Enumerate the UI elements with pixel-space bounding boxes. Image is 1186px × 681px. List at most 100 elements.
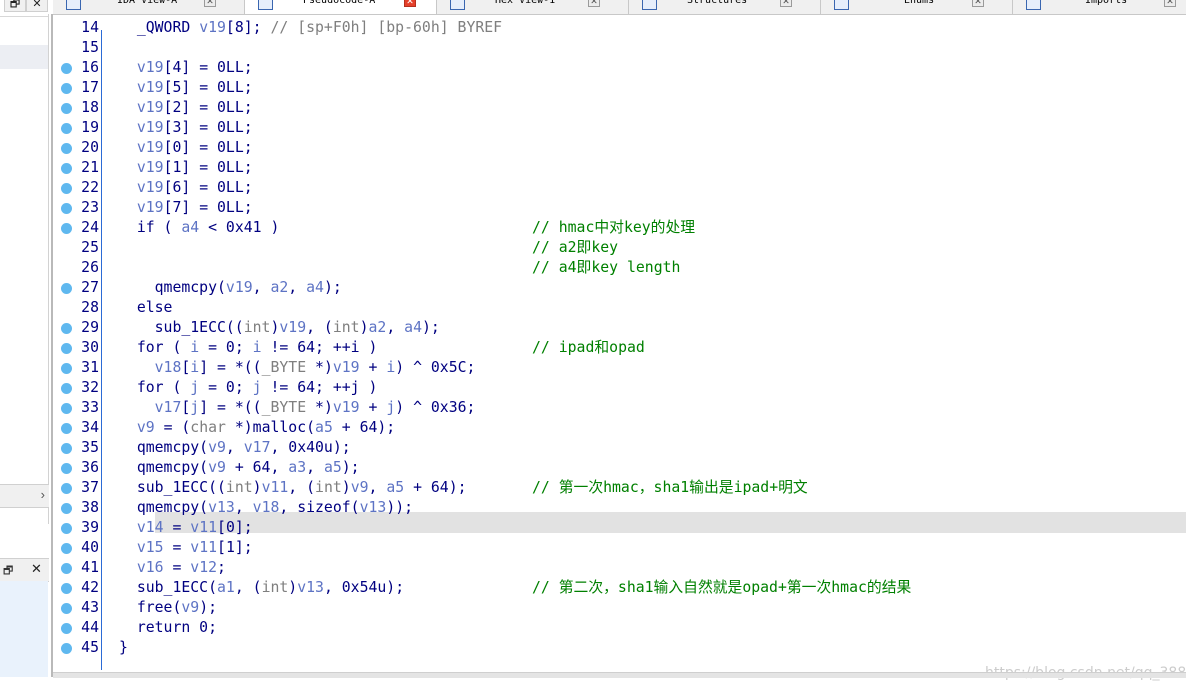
code-line[interactable]: 22 v19[6] = 0LL; bbox=[53, 178, 1186, 198]
line-number: 33 bbox=[81, 399, 99, 416]
code-line[interactable]: 33 v17[j] = *((_BYTE *)v19 + j) ^ 0x36; bbox=[53, 398, 1186, 418]
close-icon[interactable]: ✕ bbox=[31, 561, 42, 577]
code-text: v19[1] = 0LL; bbox=[136, 159, 253, 176]
code-line[interactable]: 32 for ( j = 0; j != 64; ++j ) bbox=[53, 378, 1186, 398]
code-line[interactable]: 20 v19[0] = 0LL; bbox=[53, 138, 1186, 158]
line-number: 29 bbox=[81, 319, 99, 336]
code-text: return 0; bbox=[119, 619, 217, 636]
code-line[interactable]: 37 sub_1ECC((int)v11, (int)v9, a5 + 64);… bbox=[53, 478, 1186, 498]
code-line[interactable]: 39 v14 = v11[0]; bbox=[53, 518, 1186, 538]
code-comment: // ipad和opad bbox=[532, 339, 645, 356]
code-line[interactable]: 31 v18[i] = *((_BYTE *)v19 + i) ^ 0x5C; bbox=[53, 358, 1186, 378]
close-tab-icon[interactable]: ✕ bbox=[780, 0, 792, 7]
code-text: v9 = (char *)malloc(a5 + 64); bbox=[136, 419, 396, 436]
code-line[interactable]: 19 v19[3] = 0LL; bbox=[53, 118, 1186, 138]
panel-header: 🗗 ✕ bbox=[0, 558, 49, 582]
code-text: sub_1ECC((int)v19, (int)a2, a4); bbox=[119, 319, 440, 336]
left-dock-panel: 🗗 ✕ › 🗗 ✕ bbox=[0, 0, 53, 677]
code-text: for ( j = 0; j != 64; ++j ) bbox=[119, 379, 378, 396]
tab-label: Pseudocode-A bbox=[303, 0, 376, 6]
scroll-right-icon[interactable]: › bbox=[41, 487, 45, 502]
line-number: 41 bbox=[81, 559, 99, 576]
code-line[interactable]: 30 for ( i = 0; i != 64; ++i ) // ipad和op… bbox=[53, 338, 1186, 358]
line-number: 15 bbox=[81, 39, 99, 56]
code-text: free(v9); bbox=[119, 599, 218, 616]
line-number: 36 bbox=[81, 459, 99, 476]
code-line[interactable]: 26 // a4即key length bbox=[53, 258, 1186, 278]
code-line[interactable]: 27 qmemcpy(v19, a2, a4); bbox=[53, 278, 1186, 298]
line-number: 14 bbox=[81, 19, 99, 36]
code-comment: // 第一次hmac，sha1输出是ipad+明文 bbox=[532, 479, 808, 496]
close-tab-icon[interactable]: ✕ bbox=[1164, 0, 1176, 7]
line-number: 18 bbox=[81, 99, 99, 116]
code-line[interactable]: 24 if ( a4 < 0x41 ) // hmac中对key的处理 bbox=[53, 218, 1186, 238]
line-number: 28 bbox=[81, 299, 99, 316]
code-line[interactable]: 40 v15 = v11[1]; bbox=[53, 538, 1186, 558]
code-text: v19[7] = 0LL; bbox=[136, 199, 253, 216]
code-text: qmemcpy(v19, a2, a4); bbox=[119, 279, 342, 296]
line-number: 45 bbox=[81, 639, 99, 656]
close-tab-icon[interactable]: ✕ bbox=[588, 0, 600, 7]
code-line[interactable]: 14 _QWORD v19[8]; // [sp+F0h] [bp-60h] B… bbox=[53, 18, 1186, 38]
tab-ida-view-a[interactable]: IDA View-A ✕ bbox=[53, 0, 245, 14]
restore-window-icon[interactable]: 🗗 bbox=[3, 562, 13, 581]
code-text: qmemcpy(v9, v17, 0x40u); bbox=[119, 439, 351, 456]
code-line[interactable]: 42 sub_1ECC(a1, (int)v13, 0x54u); // 第二次，… bbox=[53, 578, 1186, 598]
tab-structures[interactable]: Structures ✕ bbox=[629, 0, 821, 14]
close-tab-icon[interactable]: ✕ bbox=[404, 0, 416, 7]
code-comment: // hmac中对key的处理 bbox=[532, 219, 696, 236]
line-number: 39 bbox=[81, 519, 99, 536]
code-line[interactable]: 18 v19[2] = 0LL; bbox=[53, 98, 1186, 118]
line-number: 43 bbox=[81, 599, 99, 616]
horizontal-scrollbar[interactable]: › bbox=[0, 484, 49, 508]
structures-icon bbox=[642, 0, 657, 10]
code-line[interactable]: 45} bbox=[53, 638, 1186, 658]
code-text: v15 = v11[1]; bbox=[136, 539, 253, 556]
close-tab-icon[interactable]: ✕ bbox=[972, 0, 984, 7]
code-line[interactable]: 29 sub_1ECC((int)v19, (int)a2, a4); bbox=[53, 318, 1186, 338]
code-line[interactable]: 16 v19[4] = 0LL; bbox=[53, 58, 1186, 78]
restore-window-icon: 🗗 bbox=[9, 0, 21, 10]
code-line[interactable]: 43 free(v9); bbox=[53, 598, 1186, 618]
selected-list-item[interactable] bbox=[0, 45, 48, 69]
code-line[interactable]: 34 v9 = (char *)malloc(a5 + 64); bbox=[53, 418, 1186, 438]
tab-imports[interactable]: Imports ✕ bbox=[1013, 0, 1186, 14]
code-line[interactable]: 25 // a2即key bbox=[53, 238, 1186, 258]
code-line[interactable]: 23 v19[7] = 0LL; bbox=[53, 198, 1186, 218]
line-number: 32 bbox=[81, 379, 99, 396]
close-tab-icon[interactable]: ✕ bbox=[204, 0, 216, 7]
graph-overview-area[interactable] bbox=[0, 581, 48, 677]
line-number: 38 bbox=[81, 499, 99, 516]
restore-window-button[interactable]: 🗗 bbox=[4, 0, 26, 12]
code-text: qmemcpy(v9 + 64, a3, a5); bbox=[119, 459, 360, 476]
code-line[interactable]: 41 v16 = v12; bbox=[53, 558, 1186, 578]
code-line[interactable]: 28 else bbox=[53, 298, 1186, 318]
code-text: v19[6] = 0LL; bbox=[136, 179, 253, 196]
code-line[interactable]: 21 v19[1] = 0LL; bbox=[53, 158, 1186, 178]
close-panel-button[interactable]: ✕ bbox=[26, 0, 48, 12]
code-line[interactable]: 15 bbox=[53, 38, 1186, 58]
code-text: _QWORD v19[8]; // [sp+F0h] [bp-60h] BYRE… bbox=[119, 19, 503, 36]
pseudocode-view[interactable]: 14 _QWORD v19[8]; // [sp+F0h] [bp-60h] B… bbox=[53, 15, 1186, 681]
tab-label: IDA View-A bbox=[117, 0, 178, 6]
code-line[interactable]: 38 qmemcpy(v13, v18, sizeof(v13)); bbox=[53, 498, 1186, 518]
code-text: if ( a4 < 0x41 ) bbox=[119, 219, 280, 236]
tab-pseudocode-a[interactable]: Pseudocode-A ✕ bbox=[245, 0, 437, 14]
tab-label: Hex View-1 bbox=[495, 0, 556, 6]
code-line[interactable]: 44 return 0; bbox=[53, 618, 1186, 638]
code-text: qmemcpy(v13, v18, sizeof(v13)); bbox=[119, 499, 414, 516]
code-line[interactable]: 35 qmemcpy(v9, v17, 0x40u); bbox=[53, 438, 1186, 458]
code-comment: // a4即key length bbox=[532, 259, 681, 276]
code-line[interactable]: 17 v19[5] = 0LL; bbox=[53, 78, 1186, 98]
ida-view-icon bbox=[66, 0, 81, 10]
code-text: v14 = v11[0]; bbox=[136, 519, 253, 536]
hex-view-icon bbox=[450, 0, 465, 10]
code-line[interactable]: 36 qmemcpy(v9 + 64, a3, a5); bbox=[53, 458, 1186, 478]
line-number: 37 bbox=[81, 479, 99, 496]
line-number: 19 bbox=[81, 119, 99, 136]
tab-enums[interactable]: Enums ✕ bbox=[821, 0, 1013, 14]
divider bbox=[48, 14, 49, 524]
horizontal-scrollbar[interactable] bbox=[53, 672, 1186, 678]
code-text: v19[2] = 0LL; bbox=[136, 99, 253, 116]
tab-hex-view-1[interactable]: Hex View-1 ✕ bbox=[437, 0, 629, 14]
